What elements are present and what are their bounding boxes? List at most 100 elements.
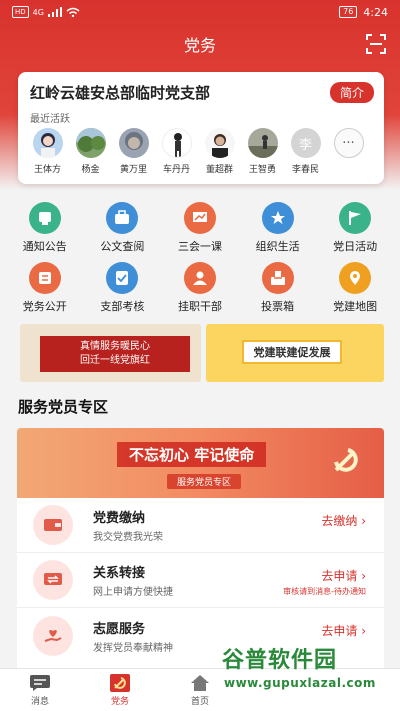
service-item-dues[interactable]: 党费缴纳 我交党费我光荣 去缴纳 › [17, 498, 384, 553]
member-item[interactable]: 王体方 [28, 128, 67, 175]
avatar [32, 128, 63, 158]
heart-hand-icon [33, 615, 73, 656]
feature-label: 党日活动 [333, 240, 378, 253]
message-icon [30, 674, 50, 691]
party-emblem-icon [334, 448, 358, 472]
section-title: 服务党员专区 [18, 398, 109, 416]
tab-label: 消息 [30, 696, 49, 707]
member-item[interactable]: 董超群 [200, 128, 239, 175]
signal-text: 4G [32, 7, 44, 17]
more-icon: ··· [333, 128, 364, 158]
avatar [247, 128, 278, 158]
feature-label: 党务公开 [22, 300, 67, 313]
member-item[interactable]: 车丹丹 [157, 128, 196, 175]
star-icon [261, 202, 294, 234]
avatar [161, 128, 192, 158]
review-note: 审核请到消息-待办通知 [283, 587, 366, 596]
apply-volunteer-link[interactable]: 去申请 › [321, 622, 366, 639]
service-subtitle: 我交党费我光荣 [93, 532, 163, 543]
tab-label: 党务 [110, 696, 129, 707]
member-name: 黄万里 [119, 165, 147, 175]
presentation-icon [183, 202, 216, 234]
transfer-icon [33, 560, 73, 600]
feature-label: 支部考核 [100, 300, 145, 313]
member-name: 王体方 [33, 165, 61, 175]
member-item[interactable]: 黄万里 [114, 128, 153, 175]
service-title: 志愿服务 [93, 621, 146, 637]
member-item[interactable]: 王智勇 [243, 128, 282, 175]
feature-party-day[interactable]: 党日活动 [319, 196, 391, 256]
tab-label: 首页 [190, 696, 209, 707]
title-bar: 党务 [0, 26, 400, 62]
briefcase-icon [106, 202, 139, 234]
tab-messages[interactable]: 消息 [0, 669, 80, 711]
network-tag: HD [12, 6, 29, 18]
service-title: 关系转接 [93, 566, 146, 581]
document-icon [28, 262, 61, 294]
service-item-transfer[interactable]: 关系转接 网上申请方便快捷 去申请 › 审核请到消息-待办通知 [17, 553, 384, 608]
member-item[interactable]: 杨金 [71, 128, 110, 175]
flag-icon [339, 202, 372, 234]
more-members[interactable]: ··· [329, 128, 368, 175]
feature-notice[interactable]: 通知公告 [9, 196, 81, 256]
member-name: 董超群 [205, 165, 233, 175]
pay-dues-link[interactable]: 去缴纳 › [321, 512, 366, 529]
battery-icon: 76 [339, 6, 358, 18]
page-title: 党务 [183, 36, 216, 55]
feature-label: 公文查阅 [100, 240, 145, 253]
avatar [118, 128, 149, 158]
member-name: 杨金 [81, 165, 100, 175]
watermark-title: 谷普软件园 [222, 648, 338, 673]
feature-label: 三会一课 [177, 240, 222, 253]
avatar-initial: 李 [298, 137, 312, 153]
feature-map[interactable]: 党建地图 [319, 256, 391, 316]
feature-label: 投票箱 [261, 300, 295, 313]
checklist-icon [106, 262, 139, 294]
wifi-icon [66, 7, 80, 17]
ballot-box-icon [261, 262, 294, 294]
service-banner: 不忘初心 牢记使命 服务党员专区 [17, 428, 384, 498]
service-banner-sub: 服务党员专区 [167, 474, 242, 489]
feature-assessment[interactable]: 支部考核 [86, 256, 158, 316]
party-emblem-icon [110, 673, 130, 692]
feature-label: 挂职干部 [177, 300, 222, 313]
promo-banner-left-text: 真情服务暖民心 回迁一线党旗红 [40, 336, 190, 372]
home-icon [191, 674, 209, 691]
feature-meetings[interactable]: 三会一课 [164, 196, 236, 256]
feature-cadres[interactable]: 挂职干部 [164, 256, 236, 316]
feature-documents[interactable]: 公文查阅 [86, 196, 158, 256]
site-watermark: 谷普软件园 www.gupuxlazal.com [222, 638, 400, 698]
status-bar: HD 4G 76 4:24 [0, 0, 400, 24]
scan-icon[interactable] [366, 34, 386, 54]
avatar [204, 128, 235, 158]
service-subtitle: 网上申请方便快捷 [93, 587, 173, 598]
map-pin-icon [339, 262, 372, 294]
feature-public[interactable]: 党务公开 [9, 256, 81, 316]
promo-banner-left[interactable]: 真情服务暖民心 回迁一线党旗红 [20, 324, 201, 382]
notice-icon [28, 202, 61, 234]
apply-transfer-link[interactable]: 去申请 › [321, 567, 366, 584]
recent-active-label: 最近活跃 [30, 114, 70, 125]
service-subtitle: 发挥党员奉献精神 [93, 642, 173, 654]
promo-banner-right[interactable]: 党建联建促发展 [206, 324, 384, 382]
member-name: 李春民 [291, 165, 319, 175]
org-name: 红岭云雄安总部临时党支部 [30, 84, 211, 102]
clock: 4:24 [363, 5, 388, 19]
feature-label: 党建地图 [333, 300, 378, 313]
feature-grid: 通知公告 公文查阅 三会一课 组织生活 党日活动 党务公开 支部考核 挂职干部 … [0, 196, 400, 316]
slogan: 不忘初心 牢记使命 [117, 442, 267, 467]
member-list: 王体方 杨金 黄万里 车丹丹 董超群 王智勇 李 李春民 ··· [28, 128, 368, 175]
feature-ballot[interactable]: 投票箱 [242, 256, 314, 316]
intro-button[interactable]: 简介 [329, 82, 374, 103]
tab-party[interactable]: 党务 [80, 669, 160, 711]
promo-banner-right-text: 党建联建促发展 [242, 340, 342, 364]
member-name: 车丹丹 [162, 165, 190, 175]
avatar [75, 128, 106, 158]
feature-org-life[interactable]: 组织生活 [242, 196, 314, 256]
member-item[interactable]: 李 李春民 [286, 128, 325, 175]
feature-label: 组织生活 [255, 240, 300, 253]
watermark-url: www.gupuxlazal.com [224, 676, 376, 690]
avatar: 李 [290, 128, 321, 158]
org-card: 红岭云雄安总部临时党支部 简介 最近活跃 王体方 杨金 黄万里 车丹丹 董超群 … [18, 72, 384, 184]
feature-label: 通知公告 [22, 240, 67, 253]
